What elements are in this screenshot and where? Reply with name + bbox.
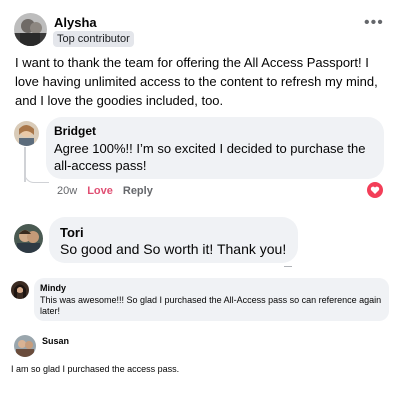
commenter-name-susan[interactable]: Susan bbox=[42, 336, 69, 346]
top-contributor-badge: Top contributor bbox=[53, 31, 134, 47]
commenter-avatar-bridget[interactable] bbox=[14, 121, 39, 146]
love-reaction-button[interactable]: Love bbox=[87, 185, 113, 197]
comment-timestamp[interactable]: 20w bbox=[57, 185, 77, 197]
heart-icon[interactable] bbox=[367, 182, 383, 198]
divider bbox=[284, 266, 292, 267]
comment-text-tori: So good and So worth it! Thank you! bbox=[60, 241, 287, 257]
post-author-name[interactable]: Alysha bbox=[54, 15, 97, 30]
comment-actions-bridget: 20w Love Reply bbox=[57, 185, 153, 197]
commenter-avatar-susan[interactable] bbox=[14, 335, 36, 357]
commenter-avatar-tori[interactable] bbox=[14, 224, 43, 253]
thread-connector-curve bbox=[24, 170, 49, 183]
commenter-avatar-mindy[interactable] bbox=[11, 281, 29, 299]
author-avatar[interactable] bbox=[14, 13, 47, 46]
commenter-name-tori[interactable]: Tori bbox=[60, 225, 84, 240]
commenter-name-bridget[interactable]: Bridget bbox=[54, 124, 96, 138]
comment-text-bridget: Agree 100%!! I’m so excited I decided to… bbox=[54, 141, 366, 173]
comment-text-mindy: This was awesome!!! So glad I purchased … bbox=[40, 295, 382, 316]
post-body-text: I want to thank the team for offering th… bbox=[15, 55, 378, 108]
more-options-icon[interactable]: ••• bbox=[364, 15, 384, 31]
commenter-name-mindy[interactable]: Mindy bbox=[40, 283, 66, 293]
reply-button[interactable]: Reply bbox=[123, 185, 153, 197]
comment-text-susan: I am so glad I purchased the access pass… bbox=[11, 364, 180, 374]
